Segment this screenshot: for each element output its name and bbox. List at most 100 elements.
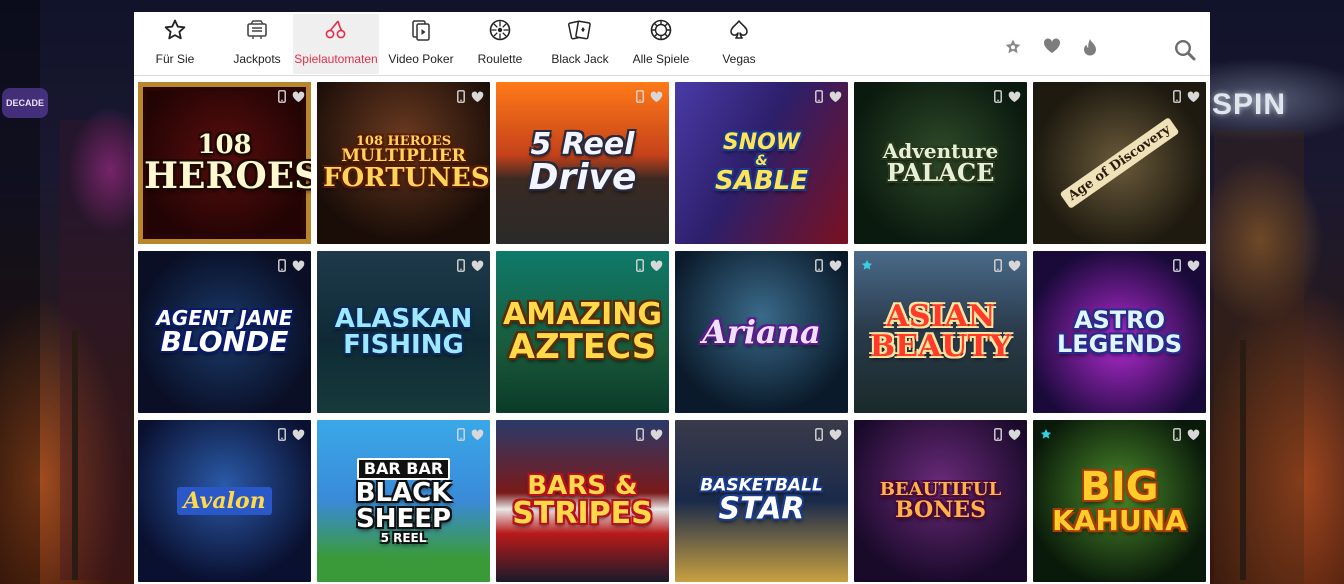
favorite-heart-icon[interactable]	[650, 259, 663, 277]
game-tile[interactable]: AMAZING AZTECS	[496, 251, 669, 413]
game-title-line: PALACE	[886, 158, 995, 187]
mobile-icon	[457, 428, 465, 446]
featured-star-icon	[860, 259, 874, 278]
mobile-icon	[457, 90, 465, 108]
game-title-line: ASTRO	[1073, 306, 1166, 334]
cherries-icon	[325, 20, 346, 39]
game-tile[interactable]: BARS & STRIPES	[496, 420, 669, 582]
game-tile-toolbar	[994, 259, 1021, 277]
favorite-heart-icon[interactable]	[471, 90, 484, 108]
favorite-heart-icon[interactable]	[650, 90, 663, 108]
mobile-icon	[278, 428, 286, 446]
game-tile[interactable]: 108 HEROES MULTIPLIER FORTUNES	[317, 82, 490, 244]
game-tile[interactable]: Age of Discovery	[1033, 82, 1206, 244]
nav-item-label: Jackpots	[233, 52, 281, 66]
game-title: BASKETBALL STAR	[681, 477, 842, 525]
game-tile[interactable]: Avalon	[138, 420, 311, 582]
game-tile-toolbar	[457, 259, 484, 277]
favorite-heart-icon[interactable]	[829, 90, 842, 108]
star-icon	[164, 19, 186, 40]
favorite-heart-icon[interactable]	[829, 259, 842, 277]
spade-icon	[730, 20, 748, 39]
game-tile-toolbar	[636, 90, 663, 108]
game-title: BIG KAHUNA	[1039, 467, 1200, 535]
hot-games-button[interactable]	[1082, 38, 1098, 57]
search-button[interactable]	[1174, 39, 1196, 61]
game-tile[interactable]: Adventure PALACE	[854, 82, 1027, 244]
nav-item-label: Für Sie	[155, 52, 195, 66]
favorite-heart-icon[interactable]	[292, 259, 305, 277]
nav-item-label: Roulette	[477, 52, 523, 66]
favorite-heart-icon[interactable]	[1008, 90, 1021, 108]
nav-item-video-poker[interactable]: Video Poker	[384, 14, 458, 74]
nav-item-spielautomaten[interactable]: Spielautomaten	[293, 14, 379, 74]
favorite-heart-icon[interactable]	[650, 428, 663, 446]
game-title-line: 5 REEL	[380, 531, 427, 545]
game-tile[interactable]: BEAUTIFUL BONES	[854, 420, 1027, 582]
game-title: BAR BAR BLACK SHEEP 5 REEL	[323, 458, 484, 544]
mobile-icon	[994, 90, 1002, 108]
game-tile[interactable]: AGENT JANE BLONDE	[138, 251, 311, 413]
game-tile[interactable]: SNOW & SABLE	[675, 82, 848, 244]
favorite-heart-icon[interactable]	[1187, 428, 1200, 446]
nav-item-jackpots[interactable]: Jackpots	[222, 14, 292, 74]
mobile-icon	[1173, 428, 1181, 446]
game-tile[interactable]: BASKETBALL STAR	[675, 420, 848, 582]
favorite-heart-icon[interactable]	[1008, 428, 1021, 446]
sheriff-star-icon	[1005, 39, 1021, 54]
mobile-icon	[457, 259, 465, 277]
nav-item-alle-spiele[interactable]: Alle Spiele	[626, 14, 696, 74]
game-tile[interactable]: Ariana	[675, 251, 848, 413]
favorites-sheriff-button[interactable]	[1003, 38, 1023, 58]
game-tile[interactable]: ALASKAN FISHING	[317, 251, 490, 413]
nav-item-black-jack[interactable]: Black Jack	[544, 14, 616, 74]
nav-item-label: Alle Spiele	[632, 52, 690, 66]
game-title: ASIAN BEAUTY	[860, 302, 1021, 362]
nav-item-label: Vegas	[722, 52, 756, 66]
game-tile[interactable]: BIG KAHUNA	[1033, 420, 1206, 582]
favorite-heart-icon[interactable]	[292, 428, 305, 446]
favorite-heart-icon[interactable]	[292, 90, 305, 108]
game-tile-toolbar	[815, 259, 842, 277]
favorite-heart-icon[interactable]	[829, 428, 842, 446]
favorite-heart-icon[interactable]	[1187, 90, 1200, 108]
game-title-line: 5 Reel	[530, 127, 635, 162]
nav-item-label: Spielautomaten	[294, 52, 378, 66]
mobile-icon	[1173, 90, 1181, 108]
chip-icon	[650, 19, 672, 41]
game-tile-toolbar	[1173, 259, 1200, 277]
favorite-heart-icon[interactable]	[471, 259, 484, 277]
game-tile-toolbar	[815, 90, 842, 108]
game-title: ASTRO LEGENDS	[1039, 308, 1200, 356]
favorite-heart-icon[interactable]	[471, 428, 484, 446]
favorite-heart-icon[interactable]	[1008, 259, 1021, 277]
game-tile[interactable]: ASIAN BEAUTY	[854, 251, 1027, 413]
nav-item-fuer-sie[interactable]: Für Sie	[140, 14, 210, 74]
game-tile-toolbar	[278, 90, 305, 108]
game-title: Adventure PALACE	[860, 141, 1021, 185]
flame-icon	[1084, 39, 1096, 56]
favorite-heart-icon[interactable]	[1187, 259, 1200, 277]
game-tile[interactable]: ASTRO LEGENDS	[1033, 251, 1206, 413]
game-tile[interactable]: BAR BAR BLACK SHEEP 5 REEL	[317, 420, 490, 582]
game-title-line: BLONDE	[160, 325, 289, 358]
game-title-line: SNOW	[722, 130, 801, 155]
game-title: AGENT JANE BLONDE	[144, 308, 305, 356]
favorites-button[interactable]	[1043, 38, 1061, 54]
video-poker-icon	[412, 20, 430, 41]
game-title-line: ASIAN	[885, 299, 996, 334]
game-title: BEAUTIFUL BONES	[860, 481, 1021, 522]
nav-item-roulette[interactable]: Roulette	[467, 14, 533, 74]
game-title: ALASKAN FISHING	[323, 306, 484, 358]
category-navbar: Für Sie Jackpots Spielautomaten Video Po…	[134, 12, 1210, 76]
game-tile[interactable]: 108 HEROES	[138, 82, 311, 244]
game-tile[interactable]: 5 Reel Drive	[496, 82, 669, 244]
game-title-line: LEGENDS	[1056, 330, 1183, 358]
game-tile-toolbar	[994, 90, 1021, 108]
nav-item-vegas[interactable]: Vegas	[706, 14, 772, 74]
mobile-icon	[636, 428, 644, 446]
game-title-line: Ariana	[702, 313, 821, 351]
mobile-icon	[278, 90, 286, 108]
game-tile-toolbar	[278, 259, 305, 277]
mobile-icon	[636, 90, 644, 108]
